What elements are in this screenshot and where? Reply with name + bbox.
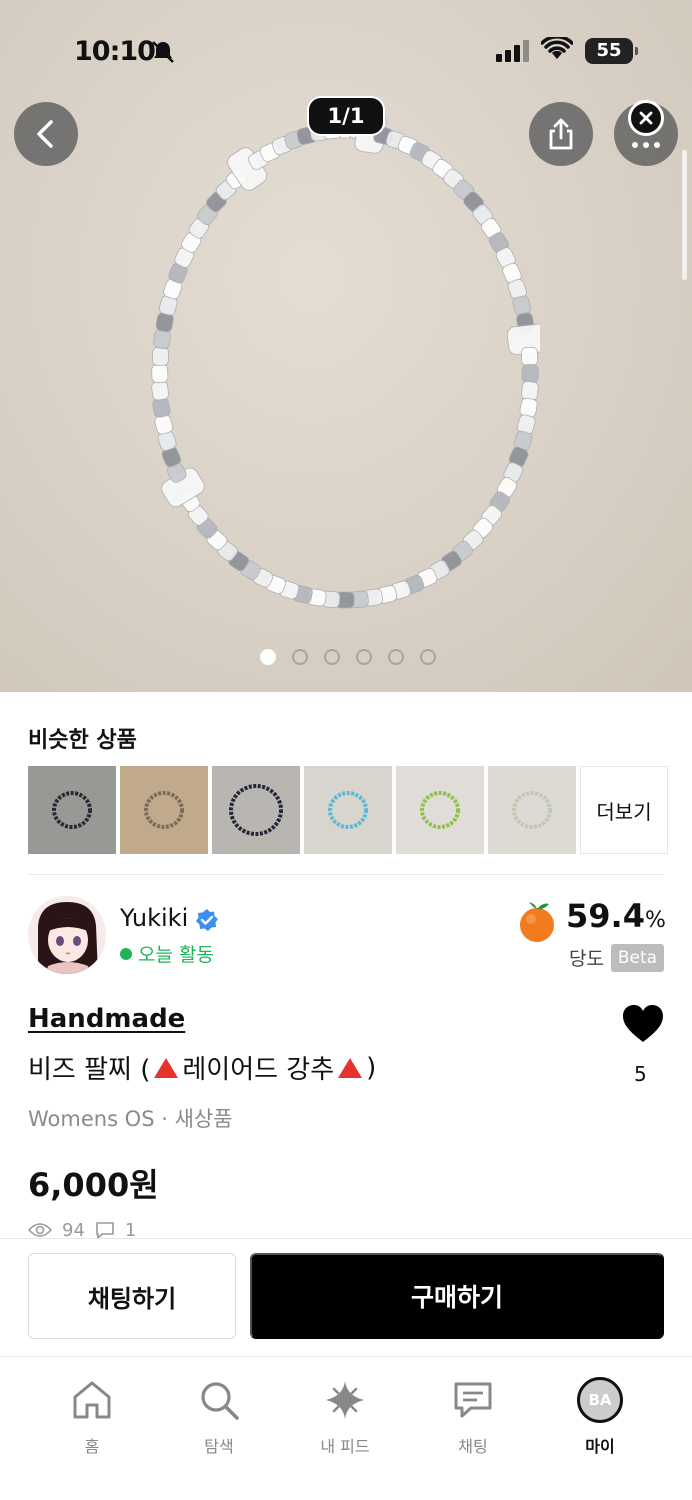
cellular-signal-icon	[496, 40, 529, 62]
pagination-dot[interactable]	[260, 649, 276, 665]
bead	[153, 329, 171, 350]
image-counter: 1/1	[307, 96, 385, 136]
close-overlay-button[interactable]	[628, 100, 664, 136]
product-title-middle: 레이어드 강추	[182, 1055, 335, 1085]
tab-my[interactable]: BA 마이	[550, 1377, 650, 1457]
pagination-dot[interactable]	[292, 649, 308, 665]
divider	[28, 874, 664, 875]
seller-avatar[interactable]	[28, 896, 106, 974]
product-title-suffix: )	[366, 1052, 377, 1083]
warning-triangle-icon	[154, 1057, 179, 1078]
action-bar: 채팅하기 구매하기	[0, 1238, 692, 1356]
chevron-left-icon	[37, 120, 53, 148]
search-icon	[201, 1382, 239, 1420]
heart-icon[interactable]	[622, 1004, 664, 1044]
similar-item-thumbnail[interactable]	[212, 766, 300, 854]
wifi-icon	[541, 37, 573, 59]
product-brand[interactable]: Handmade	[28, 1004, 185, 1034]
battery-indicator: 55	[585, 38, 638, 64]
chat-icon	[454, 1382, 492, 1418]
tab-label: 내 피드	[320, 1437, 370, 1456]
beta-badge: Beta	[611, 944, 664, 972]
product-image-gallery[interactable]: 10:10 55 1/1	[0, 0, 692, 692]
bottom-tab-bar: 홈 탐색 내 피드 채팅 BA 마이	[0, 1356, 692, 1500]
bead	[151, 346, 170, 366]
similar-item-thumbnail[interactable]	[120, 766, 208, 854]
tab-label: 채팅	[458, 1437, 488, 1456]
product-stats: 94 1	[28, 1220, 136, 1240]
close-icon	[639, 111, 653, 125]
status-time: 10:10	[74, 36, 156, 67]
bracelet-thumbnail-image	[229, 784, 283, 836]
bead	[151, 380, 169, 401]
share-icon	[549, 118, 573, 150]
sweetness-label: 당도	[569, 948, 604, 970]
view-count: 94	[62, 1220, 85, 1240]
sweetness-unit: %	[644, 908, 666, 933]
peach-icon	[520, 902, 554, 942]
like-count: 5	[634, 1062, 647, 1086]
pagination-dot[interactable]	[356, 649, 372, 665]
tab-label: 홈	[84, 1437, 100, 1456]
online-dot	[120, 947, 132, 960]
bracelet-thumbnail-image	[512, 791, 552, 829]
pagination-dot[interactable]	[420, 649, 436, 665]
share-button[interactable]	[529, 102, 593, 166]
eye-icon	[28, 1223, 52, 1237]
seller-avatar-image	[28, 896, 106, 974]
avatar-icon: BA	[577, 1377, 623, 1423]
verified-badge-icon	[196, 909, 218, 931]
comment-count: 1	[124, 1220, 137, 1240]
similar-item-thumbnail[interactable]	[396, 766, 484, 854]
more-dots-icon	[632, 142, 660, 148]
bead	[521, 380, 539, 401]
tab-label: 마이	[585, 1437, 615, 1456]
product-title: 비즈 팔찌 ( 레이어드 강추 )	[28, 1049, 376, 1086]
bracelet-thumbnail-image	[52, 791, 92, 829]
sparkle-icon	[326, 1381, 364, 1419]
chat-button[interactable]: 채팅하기	[28, 1253, 236, 1339]
buy-button[interactable]: 구매하기	[250, 1253, 664, 1339]
seller-activity-label: 오늘 활동	[138, 944, 214, 966]
product-photo-bracelet	[151, 111, 540, 609]
tab-label: 탐색	[204, 1437, 234, 1456]
bead	[152, 397, 171, 418]
tab-my-feed[interactable]: 내 피드	[295, 1377, 395, 1457]
similar-item-thumbnail[interactable]	[304, 766, 392, 854]
seller-activity-status: 오늘 활동	[120, 940, 214, 967]
back-button[interactable]	[14, 102, 78, 166]
pagination-dot[interactable]	[324, 649, 340, 665]
tab-chat[interactable]: 채팅	[423, 1377, 523, 1457]
warning-triangle-icon	[338, 1057, 363, 1078]
bracelet-thumbnail-image	[420, 791, 460, 829]
comment-icon	[96, 1222, 114, 1239]
bead	[520, 346, 539, 366]
status-bar: 10:10 55	[0, 0, 692, 100]
bracelet-thumbnail-image	[328, 791, 368, 829]
similar-items-title: 비슷한 상품	[28, 728, 137, 753]
tab-search[interactable]: 탐색	[169, 1377, 269, 1457]
bead	[519, 397, 538, 418]
bead	[521, 364, 539, 384]
tab-home[interactable]: 홈	[42, 1377, 142, 1457]
pagination-dot[interactable]	[388, 649, 404, 665]
product-price: 6,000원	[28, 1166, 159, 1204]
sweetness-score: 59.4%	[566, 897, 666, 935]
bell-muted-icon	[152, 41, 174, 63]
sweetness-number: 59.4	[566, 897, 645, 935]
bead	[151, 364, 169, 384]
similar-item-thumbnail[interactable]	[28, 766, 116, 854]
bracelet-thumbnail-image	[144, 791, 184, 829]
gallery-pagination	[260, 649, 436, 665]
home-icon	[73, 1381, 111, 1419]
product-title-prefix: 비즈 팔찌 (	[28, 1055, 151, 1085]
similar-more-button[interactable]: 더보기	[580, 766, 668, 854]
similar-item-thumbnail[interactable]	[488, 766, 576, 854]
scroll-indicator	[682, 150, 687, 280]
seller-name[interactable]: Yukiki	[120, 904, 188, 932]
similar-items-row: 더보기	[28, 766, 668, 854]
product-meta: Womens OS · 새상품	[28, 1107, 233, 1131]
